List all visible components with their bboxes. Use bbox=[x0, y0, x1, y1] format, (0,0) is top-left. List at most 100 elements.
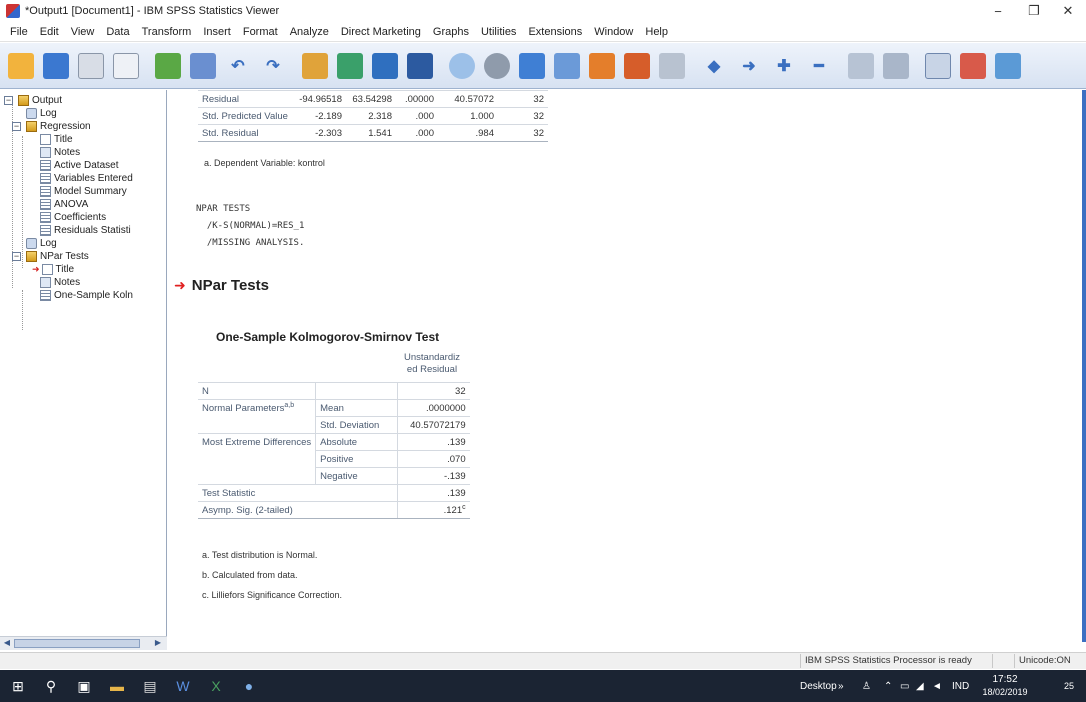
recall-dialog-icon[interactable] bbox=[190, 52, 216, 79]
battery-icon[interactable]: ▭ bbox=[900, 670, 909, 702]
insert-heading-icon[interactable] bbox=[995, 52, 1021, 79]
redo-icon[interactable]: ↷ bbox=[260, 53, 286, 79]
menu-data[interactable]: Data bbox=[100, 26, 135, 38]
menu-file[interactable]: File bbox=[4, 26, 34, 38]
network-icon[interactable]: ◢ bbox=[916, 670, 924, 702]
input-language[interactable]: IND bbox=[952, 670, 969, 702]
task-view-icon[interactable]: ▣ bbox=[69, 670, 99, 702]
table-row: Positive .070 bbox=[198, 450, 470, 468]
minimize-button[interactable]: − bbox=[980, 0, 1016, 22]
outline-notes[interactable]: Notes bbox=[40, 146, 80, 159]
store-icon[interactable]: ▤ bbox=[135, 670, 165, 702]
pane-splitter-grip[interactable] bbox=[166, 348, 167, 376]
clock[interactable]: 17:52 18/02/2019 bbox=[980, 670, 1030, 702]
menu-window[interactable]: Window bbox=[588, 26, 639, 38]
outline-log-2[interactable]: Log bbox=[26, 237, 57, 250]
menu-direct-marketing[interactable]: Direct Marketing bbox=[335, 26, 427, 38]
export-icon[interactable] bbox=[155, 52, 181, 79]
menu-help[interactable]: Help bbox=[639, 26, 674, 38]
npar-heading[interactable]: ➜ NPar Tests bbox=[174, 277, 269, 294]
outline-horizontal-scrollbar[interactable]: ◀ ▶ bbox=[0, 636, 167, 650]
chart-builder-icon[interactable] bbox=[449, 52, 475, 79]
scrollbar-thumb[interactable] bbox=[14, 639, 140, 648]
maximize-button[interactable]: ❐ bbox=[1016, 0, 1052, 22]
show-hidden-icons-icon[interactable]: ⌃ bbox=[884, 670, 892, 702]
desktop-toolbar[interactable]: Desktop bbox=[800, 670, 837, 702]
outline-regression[interactable]: − Regression bbox=[12, 120, 91, 133]
scroll-left-icon[interactable]: ◀ bbox=[1, 638, 13, 649]
insert-case-icon[interactable] bbox=[554, 52, 580, 79]
show-icon[interactable] bbox=[925, 52, 951, 79]
menu-edit[interactable]: Edit bbox=[34, 26, 65, 38]
notification-center-icon[interactable]: 25 bbox=[1056, 670, 1082, 702]
current-item-arrow-icon: ➜ bbox=[174, 277, 186, 293]
menu-bar: File Edit View Data Transform Insert For… bbox=[0, 22, 1086, 42]
outline-active-dataset[interactable]: Active Dataset bbox=[40, 159, 118, 172]
menu-view[interactable]: View bbox=[65, 26, 101, 38]
outline-output[interactable]: − Output bbox=[4, 94, 62, 107]
expand-icon[interactable] bbox=[848, 52, 874, 79]
undo-icon[interactable]: ↶ bbox=[225, 53, 251, 79]
collapse-toggle[interactable]: − bbox=[12, 122, 21, 131]
close-button[interactable]: ✕ bbox=[1050, 0, 1086, 22]
promote-icon[interactable]: ✚ bbox=[771, 53, 797, 79]
table-row: Residual -94.96518 63.54298 .00000 40.57… bbox=[198, 90, 548, 108]
toolbar-expand[interactable]: » bbox=[838, 670, 844, 702]
goto-case-icon[interactable] bbox=[337, 52, 363, 79]
outline-coefficients[interactable]: Coefficients bbox=[40, 211, 106, 224]
print-preview-icon[interactable] bbox=[113, 52, 139, 79]
outline-npar-title[interactable]: ➜ Title bbox=[32, 263, 74, 276]
variables-icon[interactable] bbox=[372, 52, 398, 79]
find-icon[interactable] bbox=[407, 52, 433, 79]
menu-analyze[interactable]: Analyze bbox=[284, 26, 335, 38]
previous-icon[interactable]: ◆ bbox=[701, 53, 727, 79]
demote-icon[interactable]: ━ bbox=[806, 53, 832, 79]
table-row: Std. Deviation 40.57072179 bbox=[198, 416, 470, 434]
content-vertical-scrollbar[interactable] bbox=[1082, 90, 1086, 642]
designate-window-icon[interactable] bbox=[484, 52, 510, 79]
outline-variables-entered[interactable]: Variables Entered bbox=[40, 172, 133, 185]
split-icon[interactable] bbox=[624, 52, 650, 79]
title-icon bbox=[41, 264, 53, 275]
outline-model-summary[interactable]: Model Summary bbox=[40, 185, 127, 198]
ks-table-title: One-Sample Kolmogorov-Smirnov Test bbox=[216, 330, 440, 344]
run-icon[interactable] bbox=[519, 52, 545, 79]
outline-residuals-statistics[interactable]: Residuals Statisti bbox=[40, 224, 131, 237]
print-icon[interactable] bbox=[78, 52, 104, 79]
menu-graphs[interactable]: Graphs bbox=[427, 26, 475, 38]
menu-extensions[interactable]: Extensions bbox=[522, 26, 588, 38]
word-icon[interactable]: W bbox=[168, 670, 198, 702]
ks-test-table: N 32 Normal Parametersa,b Mean .0000000 … bbox=[198, 382, 470, 519]
hide-icon[interactable] bbox=[960, 52, 986, 79]
table-icon bbox=[40, 186, 51, 197]
menu-utilities[interactable]: Utilities bbox=[475, 26, 522, 38]
save-icon[interactable] bbox=[43, 52, 69, 79]
file-explorer-icon[interactable]: ▬ bbox=[102, 670, 132, 702]
windows-start-icon[interactable]: ⊞ bbox=[3, 670, 33, 702]
volume-icon[interactable]: ◄ bbox=[932, 670, 942, 702]
output-content-pane: Residual -94.96518 63.54298 .00000 40.57… bbox=[172, 90, 1082, 642]
people-icon[interactable]: ♙ bbox=[862, 670, 871, 702]
outline-npar-tests[interactable]: − NPar Tests bbox=[12, 250, 89, 263]
scroll-right-icon[interactable]: ▶ bbox=[152, 638, 164, 649]
menu-insert[interactable]: Insert bbox=[197, 26, 237, 38]
collapse-icon[interactable] bbox=[883, 52, 909, 79]
collapse-toggle[interactable]: − bbox=[12, 252, 21, 261]
select-cases-icon[interactable] bbox=[659, 52, 685, 79]
outline-title[interactable]: Title bbox=[40, 133, 73, 146]
next-icon[interactable]: ➜ bbox=[736, 53, 762, 79]
outline-log[interactable]: Log bbox=[26, 107, 57, 120]
book-icon bbox=[18, 95, 29, 106]
outline-npar-notes[interactable]: Notes bbox=[40, 276, 80, 289]
search-icon[interactable]: ⚲ bbox=[36, 670, 66, 702]
excel-icon[interactable]: X bbox=[201, 670, 231, 702]
open-folder-icon[interactable] bbox=[8, 52, 34, 79]
insert-variable-icon[interactable] bbox=[589, 52, 615, 79]
menu-transform[interactable]: Transform bbox=[136, 26, 198, 38]
outline-one-sample-ks[interactable]: One-Sample Koln bbox=[40, 289, 133, 302]
menu-format[interactable]: Format bbox=[237, 26, 284, 38]
goto-data-icon[interactable] bbox=[302, 52, 328, 79]
outline-anova[interactable]: ANOVA bbox=[40, 198, 88, 211]
collapse-toggle[interactable]: − bbox=[4, 96, 13, 105]
spss-taskbar-icon[interactable]: ● bbox=[234, 670, 264, 702]
